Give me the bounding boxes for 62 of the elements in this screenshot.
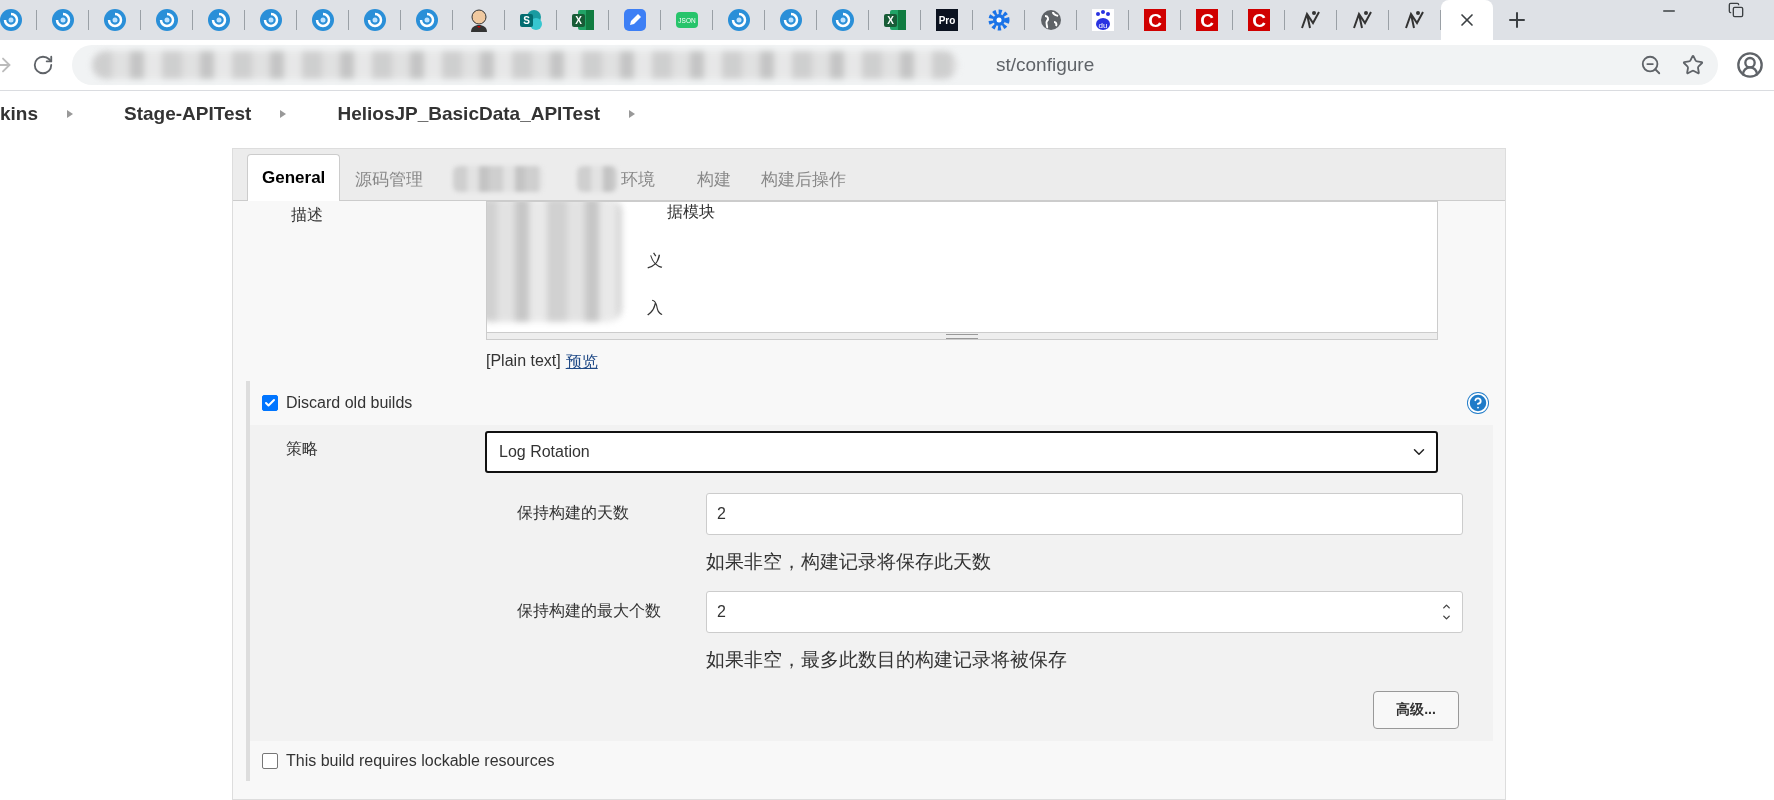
checkbox[interactable]: [262, 753, 278, 769]
tab-favicon-icon: C: [1143, 8, 1167, 32]
spinner-icon[interactable]: [1441, 601, 1452, 623]
breadcrumb-link[interactable]: kins: [0, 102, 39, 125]
tab-favicon-icon: [831, 8, 855, 32]
address-bar[interactable]: st/configure: [72, 45, 1718, 85]
tab-favicon-icon: [779, 8, 803, 32]
checkbox[interactable]: [262, 395, 278, 411]
description-textarea[interactable]: 据模块 义 入: [486, 201, 1438, 333]
strategy-dropdown[interactable]: Log Rotation: [485, 431, 1438, 473]
caret-icon[interactable]: [628, 108, 637, 119]
field-label: 策略: [285, 439, 319, 459]
number-field[interactable]: 2: [706, 591, 1463, 633]
advanced-button[interactable]: 高级...: [1373, 691, 1459, 729]
tab-favicon-icon: C: [1247, 8, 1271, 32]
caret-icon[interactable]: [279, 108, 288, 119]
tab-favicon-icon: [623, 8, 647, 32]
help-icon[interactable]: [1467, 392, 1489, 414]
breadcrumb-link[interactable]: HeliosJP_BasicData_APITest: [337, 102, 601, 125]
breadcrumb-link[interactable]: Stage-APITest: [124, 102, 252, 125]
tab-favicon-icon: [155, 8, 179, 32]
browser-tab[interactable]: X: [557, 0, 609, 40]
reload-icon[interactable]: [32, 54, 54, 76]
tab-favicon-icon: [363, 8, 387, 32]
restore-icon[interactable]: [1728, 2, 1744, 18]
browser-tab[interactable]: X: [869, 0, 921, 40]
config-tab[interactable]: General: [247, 154, 341, 201]
field-label: 描述: [290, 205, 324, 225]
tab-favicon-icon: C: [1195, 8, 1219, 32]
tab-favicon-icon: [415, 8, 439, 32]
tab-favicon-icon: [987, 8, 1011, 32]
tab-favicon-icon: [259, 8, 283, 32]
field-hint: 如果非空，最多此数目的构建记录将被保存: [706, 648, 1068, 672]
browser-tab[interactable]: C: [1129, 0, 1181, 40]
tab-favicon-icon: [51, 8, 75, 32]
tab-favicon-icon: [1039, 8, 1063, 32]
tab-favicon-icon: [727, 8, 751, 32]
format-note: [Plain text]: [486, 352, 561, 371]
browser-tab[interactable]: C: [1233, 0, 1285, 40]
tab-favicon-icon: [103, 8, 127, 32]
tab-favicon-icon: Pro: [935, 8, 959, 32]
browser-tab[interactable]: Pro: [921, 0, 973, 40]
browser-tab[interactable]: C: [1181, 0, 1233, 40]
bookmark-star-icon[interactable]: [1682, 54, 1704, 76]
resize-handle[interactable]: [486, 333, 1438, 340]
profile-icon[interactable]: [1736, 51, 1764, 79]
tab-favicon-icon: [0, 8, 23, 32]
tab-favicon-icon: [207, 8, 231, 32]
field-label: 保持构建的最大个数: [517, 601, 662, 621]
field-label: 保持构建的天数: [517, 503, 630, 523]
browser-tab[interactable]: S: [505, 0, 557, 40]
tab-favicon-icon: du: [1091, 8, 1115, 32]
checkbox-label: This build requires lockable resources: [286, 752, 555, 770]
browser-tab[interactable]: du: [1077, 0, 1129, 40]
input-field[interactable]: 2: [706, 493, 1463, 535]
preview-link[interactable]: 预览: [565, 352, 598, 373]
tab-favicon-icon: [311, 8, 335, 32]
zoom-out-icon[interactable]: [1640, 54, 1662, 76]
caret-icon[interactable]: [66, 108, 75, 119]
checkbox-label: Discard old builds: [286, 394, 413, 412]
checkmark-icon: [264, 397, 276, 409]
field-hint: 如果非空，构建记录将保存此天数: [706, 550, 992, 574]
